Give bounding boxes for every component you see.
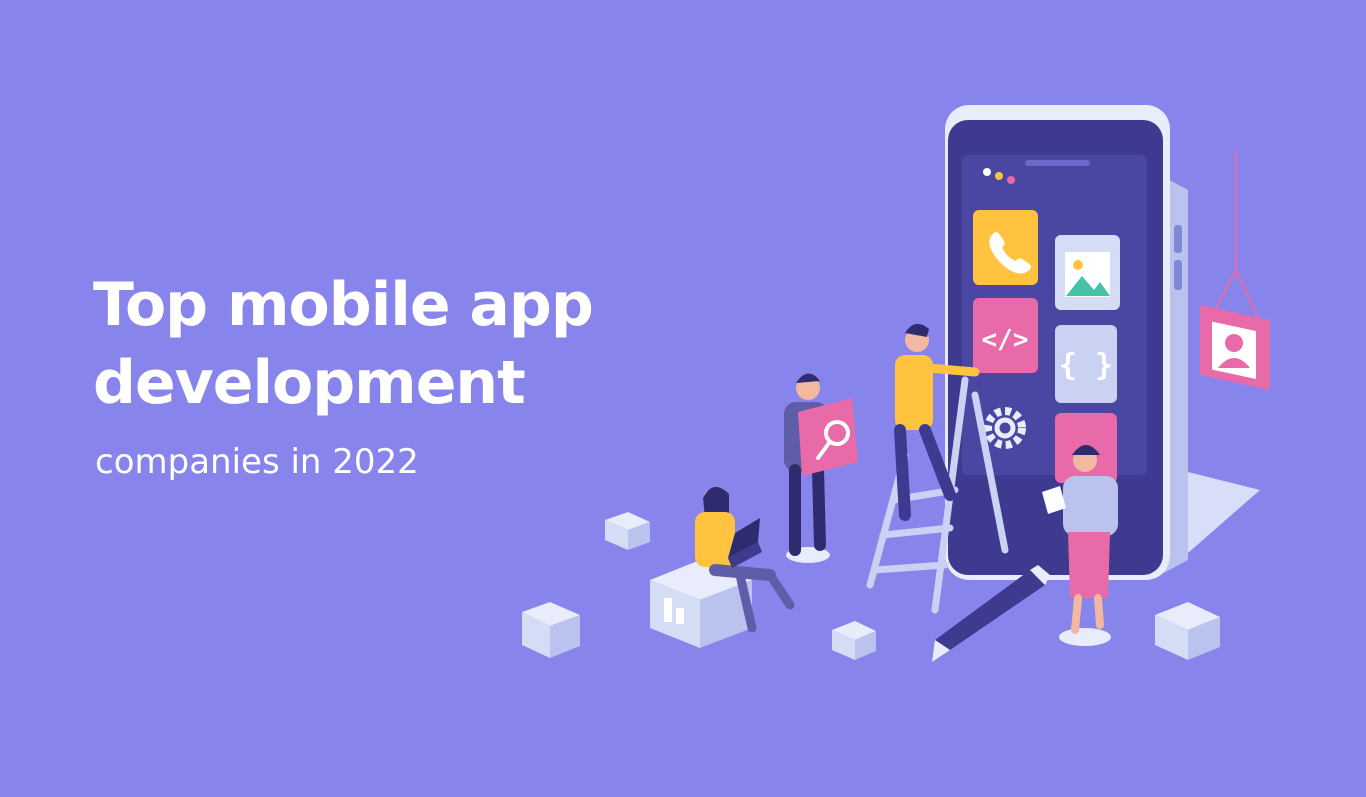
- user-icon: [1200, 305, 1270, 390]
- cube-left-bottom: [522, 602, 580, 658]
- cube-right: [1155, 602, 1220, 660]
- subline: companies in 2022: [95, 442, 419, 482]
- phone-icon: [973, 210, 1038, 285]
- cube-center: [832, 621, 876, 660]
- app-development-illustration: </> { }: [522, 105, 1270, 662]
- phone-side-button-2: [1174, 260, 1182, 290]
- phone-speaker: [1025, 160, 1090, 166]
- window-dot-pink: [1007, 176, 1015, 184]
- code-icon: </>: [973, 298, 1038, 373]
- svg-text:{ }: { }: [1059, 348, 1113, 383]
- phone-side-button-1: [1174, 225, 1182, 253]
- window-dot-white: [983, 168, 991, 176]
- braces-icon: { }: [1055, 325, 1117, 403]
- svg-text:</>: </>: [982, 325, 1029, 355]
- window-dot-yellow: [995, 172, 1003, 180]
- image-icon: [1055, 235, 1120, 310]
- cube-left-top: [605, 512, 650, 550]
- search-icon: [798, 398, 858, 476]
